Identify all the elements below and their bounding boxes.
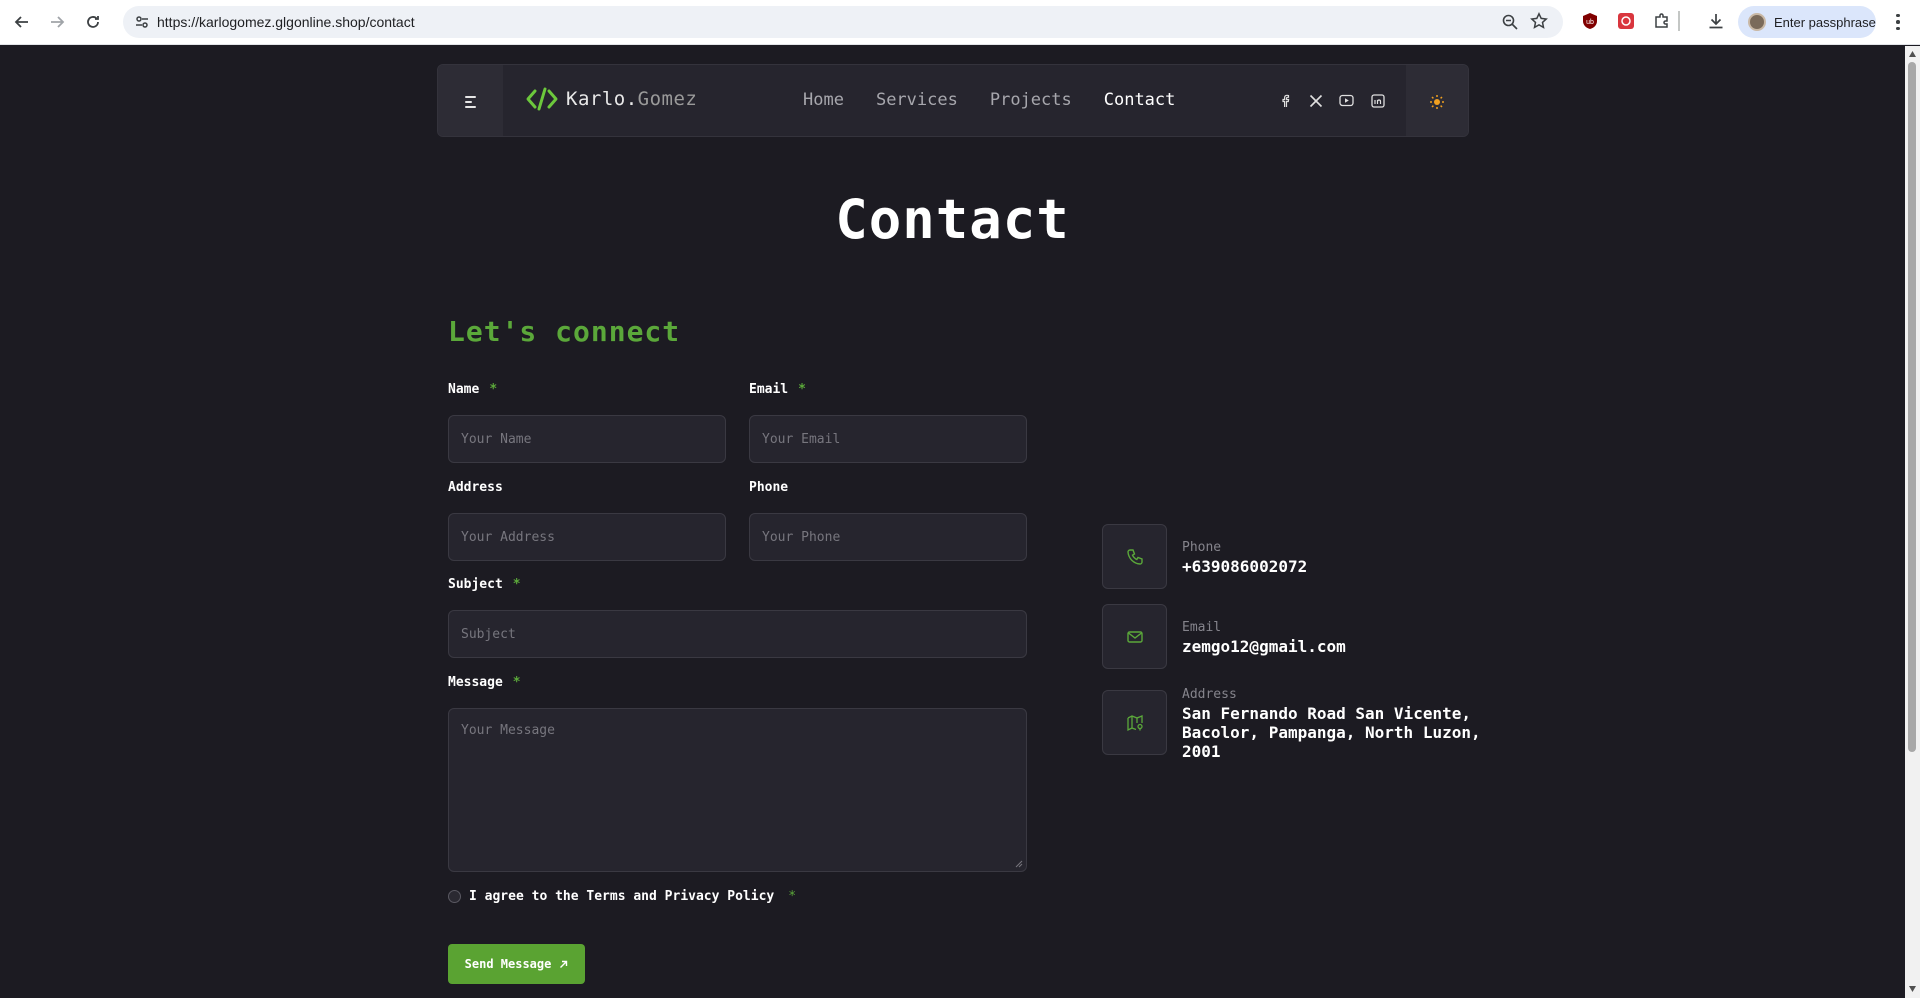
phone-info-label: Phone (1182, 540, 1222, 555)
downloads-icon[interactable] (1706, 11, 1726, 31)
profile-button[interactable]: Enter passphrase (1738, 6, 1876, 38)
linkedin-icon[interactable] (1369, 92, 1386, 109)
address-info-value: San Fernando Road San Vicente, Bacolor, … (1182, 704, 1481, 761)
phone-label: Phone (749, 480, 789, 495)
address-input[interactable]: Your Address (448, 513, 726, 561)
terms-agreement: I agree to the Terms and Privacy Policy … (448, 889, 796, 904)
name-input[interactable]: Your Name (448, 415, 726, 463)
logo-main-text: Karlo. (566, 88, 638, 110)
browser-menu-icon[interactable] (1888, 11, 1908, 33)
bookmark-star-icon[interactable] (1529, 11, 1549, 31)
scroll-up-arrow-icon[interactable] (1908, 50, 1917, 58)
nav-services[interactable]: Services (876, 90, 958, 110)
theme-toggle-button[interactable] (1406, 65, 1468, 136)
nav-projects[interactable]: Projects (990, 90, 1072, 110)
address-info-label: Address (1182, 687, 1237, 702)
phone-placeholder: Your Phone (762, 529, 841, 545)
ublock-extension-icon[interactable]: ub (1580, 11, 1600, 31)
menu-button[interactable] (438, 65, 503, 136)
subject-input[interactable]: Subject (448, 610, 1027, 658)
toolbar-divider (1678, 11, 1680, 31)
svg-text:ub: ub (1586, 19, 1594, 26)
phone-icon (1102, 524, 1167, 589)
extensions-puzzle-icon[interactable] (1652, 11, 1672, 31)
social-links (1276, 92, 1386, 109)
map-icon (1102, 690, 1167, 755)
site-settings-icon[interactable] (133, 13, 151, 31)
email-info-label: Email (1182, 620, 1222, 635)
arrow-up-right-icon (560, 960, 568, 968)
forward-button[interactable] (44, 9, 70, 35)
page-title: Contact (835, 188, 1070, 251)
arrow-left-icon (14, 16, 28, 28)
facebook-icon[interactable] (1276, 92, 1293, 109)
youtube-icon[interactable] (1338, 92, 1355, 109)
name-label: Name * (448, 382, 498, 397)
email-label: Email * (749, 382, 806, 397)
back-button[interactable] (9, 9, 35, 35)
x-icon[interactable] (1307, 92, 1324, 109)
reload-button[interactable] (80, 9, 106, 35)
address-bar[interactable]: https://karlogomez.glgonline.shop/contac… (123, 6, 1563, 38)
avatar (1748, 13, 1766, 31)
nav-home[interactable]: Home (803, 90, 844, 110)
address-label: Address (448, 480, 503, 495)
subject-label: Subject * (448, 577, 521, 592)
subject-placeholder: Subject (461, 626, 516, 642)
send-message-label: Send Message (464, 957, 552, 971)
phone-input[interactable]: Your Phone (749, 513, 1027, 561)
reload-icon (87, 16, 99, 28)
message-textarea[interactable]: Your Message (448, 708, 1027, 872)
code-brackets-icon (526, 87, 558, 111)
email-input[interactable]: Your Email (749, 415, 1027, 463)
scrollbar-thumb[interactable] (1908, 62, 1916, 752)
mail-icon (1102, 604, 1167, 669)
sun-icon (1430, 94, 1444, 109)
zoom-icon[interactable] (1501, 13, 1519, 31)
scroll-down-arrow-icon[interactable] (1908, 985, 1917, 993)
terms-text[interactable]: I agree to the Terms and Privacy Policy (469, 889, 774, 904)
site-logo[interactable]: Karlo.Gomez (526, 87, 697, 111)
email-info-value[interactable]: zemgo12@gmail.com (1182, 637, 1482, 656)
hamburger-icon (465, 95, 476, 108)
resize-handle-icon[interactable] (1015, 860, 1023, 868)
send-message-button[interactable]: Send Message (448, 944, 585, 984)
form-heading: Let's connect (448, 315, 681, 348)
arrow-right-icon (51, 16, 65, 28)
profile-label: Enter passphrase (1774, 14, 1876, 30)
address-placeholder: Your Address (461, 529, 555, 545)
name-placeholder: Your Name (461, 431, 532, 447)
message-placeholder: Your Message (461, 723, 555, 738)
main-nav: Home Services Projects Contact (803, 90, 1175, 110)
red-extension-icon[interactable] (1616, 11, 1636, 31)
logo-dim-text: Gomez (637, 88, 698, 110)
terms-required-marker: * (788, 889, 797, 904)
terms-radio[interactable] (448, 890, 461, 903)
browser-toolbar: https://karlogomez.glgonline.shop/contac… (0, 0, 1920, 45)
email-placeholder: Your Email (762, 431, 841, 447)
site-header: Karlo.Gomez Home Services Projects Conta… (437, 64, 1469, 137)
phone-info-value[interactable]: +639086002072 (1182, 557, 1482, 576)
nav-contact[interactable]: Contact (1104, 90, 1176, 110)
message-label: Message * (448, 675, 521, 690)
url-text: https://karlogomez.glgonline.shop/contac… (157, 14, 415, 30)
